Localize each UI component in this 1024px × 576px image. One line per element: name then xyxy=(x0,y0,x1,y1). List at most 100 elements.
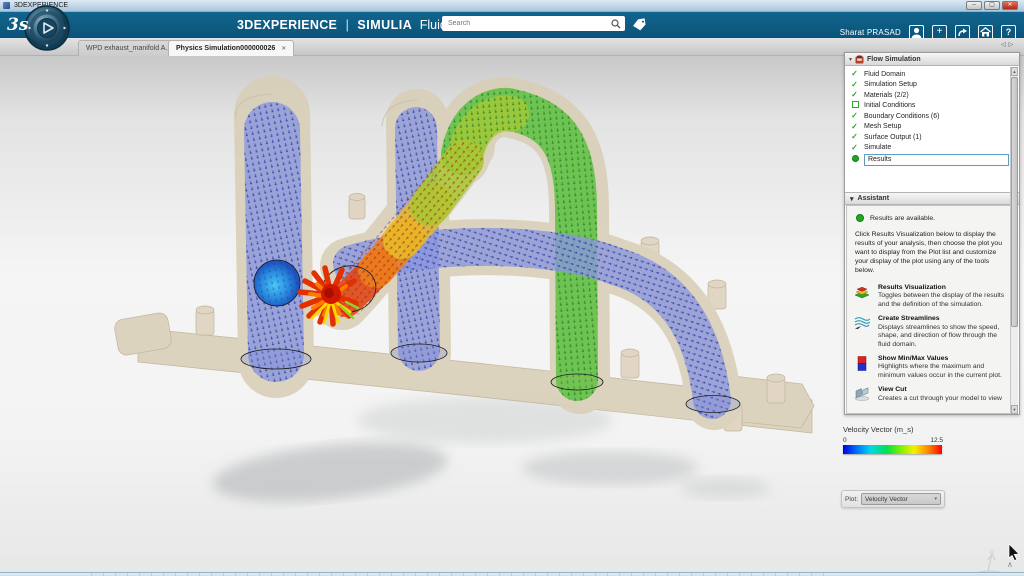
flow-simulation-panel: ▾ Flow Simulation ✓ Fluid Domain ✓ Simul… xyxy=(844,52,1020,415)
check-icon: ✓ xyxy=(850,144,859,152)
step-boundary-conditions[interactable]: ✓ Boundary Conditions (6) xyxy=(845,111,1019,122)
tool-show-minmax[interactable]: Show Min/Max Values Highlights where the… xyxy=(854,355,1008,381)
streamlines-icon[interactable] xyxy=(854,315,871,350)
panel-nav-chevrons[interactable]: ◁▷ xyxy=(1001,41,1016,48)
brand-simulia: SIMULIA xyxy=(357,18,412,32)
step-surface-output[interactable]: ✓ Surface Output (1) xyxy=(845,132,1019,143)
chevron-right-icon[interactable]: ▷ xyxy=(1009,42,1017,48)
check-icon: ✓ xyxy=(850,70,859,78)
search-input[interactable] xyxy=(442,20,611,27)
plot-control: Plot: Velocity Vector ▾ xyxy=(841,490,945,508)
step-simulation-setup[interactable]: ✓ Simulation Setup xyxy=(845,80,1019,91)
active-dot-icon xyxy=(850,155,859,164)
application-window: 3DEXPERIENCE – ▢ ✕ 3DEXPERIENCE | SIMULI… xyxy=(0,0,1024,576)
dropdown-arrow-icon: ▾ xyxy=(934,496,937,502)
legend-max: 12.5 xyxy=(930,437,943,444)
tag-icon[interactable] xyxy=(632,18,647,31)
window-app-icon xyxy=(3,2,10,9)
tool-desc: Displays streamlines to show the speed, … xyxy=(878,324,1006,350)
tool-desc: Creates a cut through your model to view xyxy=(878,395,1006,404)
flow-simulation-app-icon xyxy=(855,55,864,64)
scroll-down-icon[interactable]: ▼ xyxy=(1011,405,1018,414)
tool-title: Results Visualization xyxy=(878,284,1006,291)
brand-3dexperience: 3DEXPERIENCE xyxy=(237,18,337,32)
app-header-bar: 3DEXPERIENCE | SIMULIA Fluid Mechanics V… xyxy=(0,12,1024,38)
step-label: Surface Output (1) xyxy=(864,134,922,141)
tool-create-streamlines[interactable]: Create Streamlines Displays streamlines … xyxy=(854,315,1008,350)
expand-toolbar-chevron[interactable]: ∧ xyxy=(1007,560,1013,569)
step-simulate[interactable]: ✓ Simulate xyxy=(845,143,1019,154)
maximize-button[interactable]: ▢ xyxy=(984,1,1000,10)
check-icon: ✓ xyxy=(850,123,859,131)
step-label: Simulation Setup xyxy=(864,81,917,88)
plot-dropdown[interactable]: Velocity Vector ▾ xyxy=(861,493,941,505)
3ds-logo-icon: 3s xyxy=(6,13,32,37)
assistant-body: Results are available. Click Results Vis… xyxy=(846,205,1018,414)
results-available-dot-icon xyxy=(856,214,864,222)
results-selected-box[interactable]: Results xyxy=(864,154,1009,166)
tool-view-cut[interactable]: View Cut Creates a cut through your mode… xyxy=(854,386,1008,406)
close-button[interactable]: ✕ xyxy=(1002,1,1018,10)
search-box[interactable] xyxy=(442,16,625,31)
check-icon: ✓ xyxy=(850,91,859,99)
tool-results-visualization[interactable]: Results Visualization Toggles between th… xyxy=(854,284,1008,310)
step-fluid-domain[interactable]: ✓ Fluid Domain xyxy=(845,69,1019,80)
check-icon: ✓ xyxy=(850,133,859,141)
assistant-status: Results are available. xyxy=(870,215,935,222)
panel-title: Flow Simulation xyxy=(867,56,921,63)
step-initial-conditions[interactable]: Initial Conditions xyxy=(845,101,1019,112)
tab-label: WPD exhaust_manifold A.1 xyxy=(86,45,171,52)
legend-colorbar xyxy=(843,445,942,454)
view-cut-icon[interactable] xyxy=(854,386,871,406)
panel-scrollbar[interactable]: ▲ ▼ xyxy=(1010,67,1018,414)
home-icon xyxy=(980,27,991,37)
color-legend: Velocity Vector (m_s) 0 12.5 xyxy=(843,425,943,454)
tool-desc: Toggles between the display of the resul… xyxy=(878,292,1006,310)
tool-desc: Highlights where the maximum and minimum… xyxy=(878,363,1006,381)
check-icon: ✓ xyxy=(850,112,859,120)
tab-exhaust-manifold[interactable]: WPD exhaust_manifold A.1 xyxy=(78,40,179,56)
search-icon[interactable] xyxy=(611,19,621,29)
plot-label: Plot: xyxy=(845,496,858,503)
step-label: Simulate xyxy=(864,144,891,151)
step-label: Boundary Conditions (6) xyxy=(864,113,940,120)
check-icon: ✓ xyxy=(850,81,859,89)
scrollbar-thumb[interactable] xyxy=(1011,77,1018,327)
collapse-caret-icon[interactable]: ▾ xyxy=(849,56,852,63)
mouse-cursor xyxy=(1008,544,1021,561)
action-bar-collapsed[interactable] xyxy=(0,572,1024,576)
svg-text:3s: 3s xyxy=(7,15,29,35)
step-label: Fluid Domain xyxy=(864,71,905,78)
scroll-up-icon[interactable]: ▲ xyxy=(1011,67,1018,76)
pending-square-icon xyxy=(850,101,859,110)
window-titlebar: 3DEXPERIENCE – ▢ ✕ xyxy=(0,0,1024,12)
plot-dropdown-value: Velocity Vector xyxy=(865,496,934,503)
legend-min: 0 xyxy=(843,437,847,444)
step-materials[interactable]: ✓ Materials (2/2) xyxy=(845,90,1019,101)
tool-title: Show Min/Max Values xyxy=(878,355,1006,362)
assistant-intro: Click Results Visualization below to dis… xyxy=(855,231,1007,276)
step-label: Initial Conditions xyxy=(864,102,915,109)
flow-simulation-header[interactable]: ▾ Flow Simulation xyxy=(845,53,1019,66)
tool-title: Create Streamlines xyxy=(878,315,1006,322)
minmax-icon[interactable] xyxy=(854,355,871,381)
tab-label: Physics Simulation000000026 xyxy=(176,45,275,52)
tab-close-icon[interactable]: ✕ xyxy=(281,45,286,52)
step-label: Materials (2/2) xyxy=(864,92,909,99)
legend-title: Velocity Vector (m_s) xyxy=(843,425,943,434)
tool-title: View Cut xyxy=(878,386,1006,393)
user-name[interactable]: Sharat PRASAD xyxy=(840,28,901,37)
step-label: Mesh Setup xyxy=(864,123,901,130)
results-visualization-icon[interactable] xyxy=(854,284,871,310)
simulation-step-list: ✓ Fluid Domain ✓ Simulation Setup ✓ Mate… xyxy=(845,66,1019,192)
tab-physics-simulation[interactable]: Physics Simulation000000026 ✕ xyxy=(168,40,294,56)
step-mesh-setup[interactable]: ✓ Mesh Setup xyxy=(845,122,1019,133)
brand-divider: | xyxy=(346,18,349,32)
collapse-caret-icon[interactable]: ▾ xyxy=(850,195,854,203)
minimize-button[interactable]: – xyxy=(966,1,982,10)
share-arrow-icon xyxy=(958,28,968,37)
assistant-header[interactable]: ▾ Assistant xyxy=(845,192,1019,205)
step-results[interactable]: Results xyxy=(845,153,1019,166)
chevron-left-icon[interactable]: ◁ xyxy=(1001,42,1009,48)
assistant-title: Assistant xyxy=(858,195,890,202)
